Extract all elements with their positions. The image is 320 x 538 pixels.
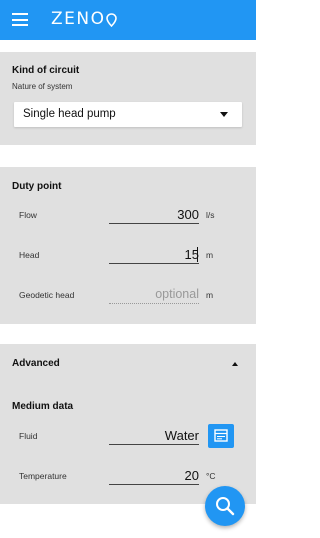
medium-data-title: Medium data — [12, 401, 74, 412]
app-logo: ZENO — [51, 9, 106, 29]
search-button[interactable] — [205, 486, 245, 526]
duty-point-panel: Duty point Flow 300 l/s Head 15 m Geodet… — [0, 167, 256, 324]
flow-input[interactable]: 300 — [109, 204, 199, 224]
system-select-value: Single head pump — [23, 108, 116, 120]
menu-icon[interactable] — [12, 13, 28, 26]
duty-point-title: Duty point — [12, 181, 62, 192]
fluid-table-button[interactable] — [208, 424, 234, 448]
advanced-panel: Advanced Medium data Fluid Water Tempera… — [0, 344, 256, 504]
temperature-unit: °C — [206, 471, 216, 481]
location-pin-icon — [106, 13, 117, 27]
fluid-label: Fluid — [19, 431, 38, 441]
temperature-input[interactable]: 20 — [109, 465, 199, 485]
head-unit: m — [206, 250, 214, 260]
circuit-panel: Kind of circuit Nature of system Single … — [0, 52, 256, 145]
geodetic-head-label: Geodetic head — [19, 290, 75, 300]
geodetic-head-unit: m — [206, 290, 214, 300]
flow-unit: l/s — [206, 210, 215, 220]
advanced-toggle[interactable]: Advanced — [12, 358, 60, 369]
app-bar: ZENO — [0, 0, 256, 40]
system-select[interactable]: Single head pump — [14, 102, 242, 127]
circuit-subtitle: Nature of system — [12, 82, 73, 91]
chevron-down-icon — [220, 112, 228, 117]
circuit-title: Kind of circuit — [12, 65, 80, 76]
search-icon — [216, 497, 235, 516]
fluid-input[interactable]: Water — [109, 425, 199, 445]
head-label: Head — [19, 250, 40, 260]
data-table-icon — [214, 429, 228, 442]
chevron-up-icon[interactable] — [232, 362, 238, 366]
head-input[interactable]: 15 — [109, 244, 199, 264]
geodetic-head-input[interactable]: optional — [109, 284, 199, 304]
text-cursor — [197, 247, 198, 262]
temperature-label: Temperature — [19, 471, 67, 481]
flow-label: Flow — [19, 210, 37, 220]
